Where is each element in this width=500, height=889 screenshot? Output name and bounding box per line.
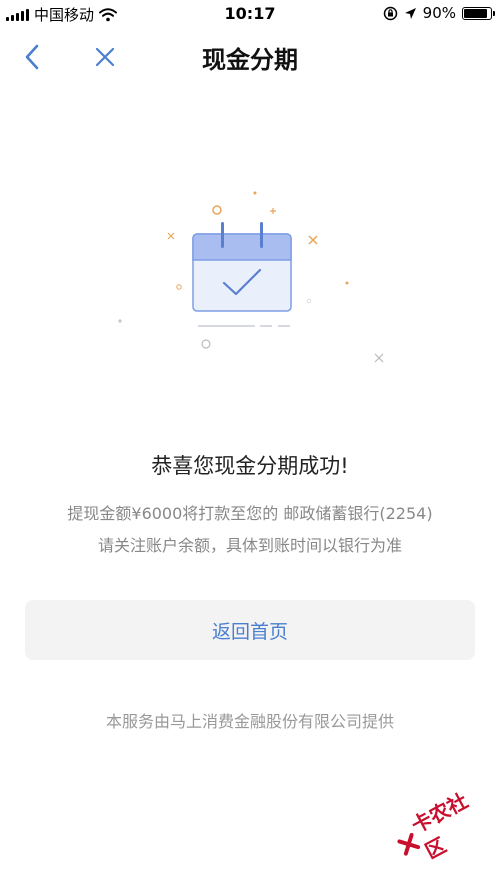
success-title: 恭喜您现金分期成功! — [151, 454, 349, 478]
calendar-success-illustration — [118, 191, 384, 363]
transfer-info: 提现金额¥6000将打款至您的 邮政储蓄银行(2254) 请关注账户余额，具体到… — [0, 498, 500, 562]
arrival-notice-text: 请关注账户余额，具体到账时间以银行为准 — [97, 536, 402, 555]
service-provider-footer: 本服务由马上消费金融股份有限公司提供 — [105, 712, 394, 731]
calendar-icon — [192, 222, 292, 312]
watermark-text: 卡农社区 — [407, 788, 472, 864]
page-title: 现金分期 — [202, 46, 298, 74]
battery-icon — [462, 6, 495, 20]
transfer-amount-text: 提现金额¥6000将打款至您的 邮政储蓄银行(2254) — [67, 504, 433, 523]
watermark: 卡农社区 — [387, 775, 500, 875]
nav-bar: 现金分期 — [0, 30, 500, 84]
battery-percent: 90% — [422, 4, 456, 22]
status-bar: 中国移动 10:17 90% — [0, 0, 500, 30]
return-home-button[interactable]: 返回首页 — [25, 600, 475, 660]
status-right: 90% — [383, 4, 495, 22]
orientation-lock-icon — [383, 6, 397, 20]
location-arrow-icon — [404, 7, 416, 19]
